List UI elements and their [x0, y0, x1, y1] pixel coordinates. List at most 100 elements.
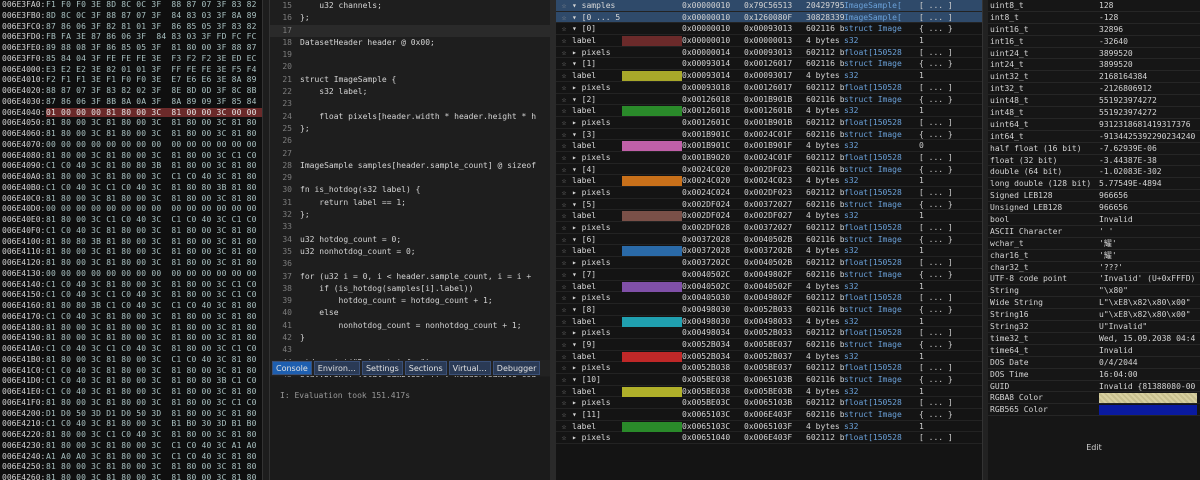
- pattern-row[interactable]: ☆ label 0x00000010 0x00000013 4 bytes s32 1: [556, 35, 982, 47]
- pattern-row[interactable]: ☆ ▸ pixels 0x00000014 0x00093013 602112 byt…: [556, 47, 982, 59]
- hex-bytes[interactable]: A1 A0 A0 3C 81 80 00 3C C1 C0 40 3C 81 8…: [46, 452, 262, 461]
- code-line[interactable]: 41 nonhotdog_count = nonhotdog_count + 1…: [270, 320, 550, 332]
- inspector-row[interactable]: bool Invalid: [988, 214, 1200, 226]
- code-line[interactable]: 33: [270, 221, 550, 233]
- code-line[interactable]: 42}: [270, 332, 550, 344]
- code-text[interactable]: };: [300, 13, 310, 22]
- inspector-row[interactable]: DOS Date 0/4/2044: [988, 357, 1200, 369]
- tab-debugger[interactable]: Debugger: [492, 361, 541, 375]
- hex-row[interactable]: 006E4200:D1 D0 50 3D D1 D0 50 3D 81 80 0…: [0, 409, 262, 420]
- inspector-value[interactable]: 5.77549E-4894: [1099, 178, 1200, 190]
- pattern-row[interactable]: ☆ ▸ pixels 0x0012601C 0x001B901B 602112 byt…: [556, 117, 982, 129]
- inspector-value[interactable]: 'Invalid' (U+0xFFFD): [1099, 273, 1200, 285]
- inspector-row[interactable]: int64_t -9134425392290234240: [988, 131, 1200, 143]
- hex-bytes[interactable]: E3 E2 E2 3E 82 01 01 3F FF FE FE 3E F5 F…: [46, 65, 262, 74]
- pattern-row[interactable]: ☆ ▾ [6] 0x00372028 0x0040502B 602116 bytest…: [556, 234, 982, 246]
- tab-sections[interactable]: Sections: [404, 361, 447, 375]
- inspector-value[interactable]: Wed, 15.09.2038 04:4: [1099, 333, 1200, 345]
- hex-row[interactable]: 006E40A0:81 80 00 3C 81 80 00 3C C1 C0 4…: [0, 172, 262, 183]
- inspector-value[interactable]: Invalid {81388080-00: [1099, 381, 1200, 393]
- inspector-value[interactable]: '耀': [1099, 238, 1200, 250]
- code-text[interactable]: }: [300, 333, 305, 342]
- code-text[interactable]: DatasetHeader header @ 0x00;: [300, 38, 435, 47]
- inspector-value[interactable]: -3.44387E-38: [1099, 155, 1200, 167]
- favorite-star-icon[interactable]: ☆: [558, 199, 570, 211]
- hex-bytes[interactable]: F2 F1 F1 3E F1 F0 F0 3E E7 E6 E6 3E 8A 8…: [46, 75, 262, 84]
- code-text[interactable]: float pixels[header.width * header.heigh…: [300, 112, 536, 121]
- inspector-row[interactable]: ASCII Character ' ': [988, 226, 1200, 238]
- favorite-star-icon[interactable]: ☆: [558, 0, 570, 12]
- hex-bytes[interactable]: 81 80 00 3C 81 80 00 3C 81 80 00 3C 81 8…: [46, 333, 262, 342]
- pattern-row[interactable]: ☆ label 0x001B901C 0x001B901F 4 bytes s32 0: [556, 140, 982, 152]
- hex-bytes[interactable]: 81 80 00 3C 81 80 00 3C C1 C0 40 3C 81 8…: [46, 172, 262, 181]
- pattern-row[interactable]: ☆▾ samples 0x00000010 0x79C56513 2042979588…: [556, 0, 982, 12]
- inspector-row[interactable]: Unsigned LEB128 966656: [988, 202, 1200, 215]
- code-line[interactable]: 23: [270, 98, 550, 110]
- code-text[interactable]: if (is_hotdog(samples[i].label)): [300, 284, 473, 293]
- hex-row[interactable]: 006E3FB0:8D 8C 0C 3F 88 87 07 3F 84 83 0…: [0, 11, 262, 22]
- favorite-star-icon[interactable]: ☆: [558, 281, 570, 293]
- inspector-row[interactable]: uint64_t 9312318681419317376: [988, 119, 1200, 131]
- favorite-star-icon[interactable]: ☆: [558, 70, 570, 82]
- pattern-row[interactable]: ☆ ▸ pixels 0x00498034 0x0052B033 602112 byt…: [556, 327, 982, 339]
- inspector-row[interactable]: uint48_t 551923974272: [988, 95, 1200, 108]
- inspector-row[interactable]: uint16_t 32896: [988, 24, 1200, 36]
- inspector-row[interactable]: RGB565 Color: [988, 404, 1200, 417]
- hex-bytes[interactable]: 81 80 80 3B 81 80 00 3C 81 80 00 3C 81 8…: [46, 237, 262, 246]
- favorite-star-icon[interactable]: ☆: [558, 23, 570, 35]
- hex-bytes[interactable]: C1 C0 40 3C 81 80 00 3C 81 80 00 3C C1 C…: [46, 280, 262, 289]
- hex-row[interactable]: 006E4020:88 87 07 3F 83 82 02 3F 8E 8D 0…: [0, 86, 262, 97]
- code-line[interactable]: 40 else: [270, 307, 550, 319]
- inspector-row[interactable]: half float (16 bit) -7.62939E-06: [988, 143, 1200, 155]
- tab-virtual[interactable]: Virtual…: [448, 361, 491, 375]
- pattern-row[interactable]: ☆ label 0x002DF024 0x002DF027 4 bytes s32 1: [556, 210, 982, 223]
- pattern-row[interactable]: ☆ ▾ [7] 0x0040502C 0x0049802F 602116 bytest…: [556, 269, 982, 281]
- hex-bytes[interactable]: 87 86 06 3F 8B 8A 0A 3F 8A 89 09 3F 85 8…: [46, 97, 262, 106]
- hex-bytes[interactable]: 89 88 08 3F 86 85 05 3F 81 80 00 3F 88 8…: [46, 43, 262, 52]
- pattern-row[interactable]: ☆ ▾ [9] 0x0052B034 0x005BE037 602116 bytest…: [556, 339, 982, 351]
- hex-bytes[interactable]: C1 C0 40 3C 81 80 00 3C 81 80 00 3C 81 8…: [46, 312, 262, 321]
- favorite-star-icon[interactable]: ☆: [558, 339, 570, 351]
- code-text[interactable]: nonhotdog_count = nonhotdog_count + 1;: [300, 321, 522, 330]
- inspector-row[interactable]: uint32_t 2168164384: [988, 71, 1200, 84]
- code-text[interactable]: else: [300, 308, 338, 317]
- hex-row[interactable]: 006E4250:81 80 00 3C 81 80 00 3C 81 80 0…: [0, 462, 262, 473]
- hex-row[interactable]: 006E4090:C1 C0 40 3C 81 80 80 3B 81 80 0…: [0, 161, 262, 172]
- code-text[interactable]: return label == 1;: [300, 198, 406, 207]
- hex-row[interactable]: 006E41D0:C1 C0 40 3C 81 80 00 3C 81 80 8…: [0, 376, 262, 387]
- inspector-row[interactable]: Wide String L"\xE8\x82\x80\x00": [988, 297, 1200, 310]
- code-line[interactable]: 35 u32 nonhotdog_count = 0;: [270, 246, 550, 258]
- hex-row[interactable]: 006E4150:C1 C0 40 3C C1 C0 40 3C 81 80 0…: [0, 290, 262, 301]
- favorite-star-icon[interactable]: ☆: [558, 432, 570, 444]
- favorite-star-icon[interactable]: ☆: [558, 292, 570, 304]
- code-text[interactable]: for (u32 i = 0, i < header.sample_count,…: [300, 272, 531, 281]
- inspector-row[interactable]: int48_t 551923974272: [988, 107, 1200, 119]
- favorite-star-icon[interactable]: ☆: [558, 409, 570, 421]
- inspector-row[interactable]: int32_t -2126806912: [988, 83, 1200, 96]
- inspector-row[interactable]: String16 u"\xE8\x82\x80\x00": [988, 309, 1200, 322]
- hex-bytes[interactable]: C1 C0 40 3C C1 C0 40 3C 81 80 00 3C C1 C…: [46, 344, 262, 353]
- inspector-value[interactable]: 2168164384: [1099, 71, 1200, 83]
- pattern-row[interactable]: ☆ ▸ pixels 0x001B9020 0x0024C01F 602112 byt…: [556, 152, 982, 164]
- favorite-star-icon[interactable]: ☆: [558, 35, 570, 47]
- hex-row[interactable]: 006E3FF0:85 84 04 3F FE FE FE 3E F3 F2 F…: [0, 54, 262, 65]
- hex-row[interactable]: 006E40E0:81 80 00 3C C1 C0 40 3C C1 C0 4…: [0, 215, 262, 226]
- favorite-star-icon[interactable]: ☆: [558, 12, 570, 24]
- inspector-row[interactable]: time32_t Wed, 15.09.2038 04:4: [988, 333, 1200, 345]
- hex-bytes[interactable]: 81 80 00 3C 81 80 00 3C 81 80 00 3C 81 8…: [46, 462, 262, 471]
- code-text[interactable]: };: [300, 124, 310, 133]
- hex-bytes[interactable]: C1 C0 40 3C C1 C0 40 3C 81 80 00 3C C1 C…: [46, 290, 262, 299]
- pattern-row[interactable]: ☆ ▸ pixels 0x0052B038 0x005BE037 602112 byt…: [556, 362, 982, 374]
- hex-row[interactable]: 006E3FC0:87 86 06 3F 82 81 01 3F 86 85 0…: [0, 22, 262, 33]
- pattern-row[interactable]: ☆ ▸ pixels 0x002DF028 0x00372027 602112 byt…: [556, 222, 982, 234]
- inspector-value[interactable]: L"\xE8\x82\x80\x00": [1099, 297, 1200, 309]
- favorite-star-icon[interactable]: ☆: [558, 94, 570, 106]
- inspector-value[interactable]: 3899520: [1099, 59, 1200, 71]
- hex-row[interactable]: 006E4240:A1 A0 A0 3C 81 80 00 3C C1 C0 4…: [0, 452, 262, 463]
- hex-row[interactable]: 006E41C0:C1 C0 40 3C 81 80 00 3C 81 80 0…: [0, 366, 262, 377]
- hex-row[interactable]: 006E4140:C1 C0 40 3C 81 80 00 3C 81 80 0…: [0, 280, 262, 291]
- code-text[interactable]: s32 label;: [300, 87, 367, 96]
- hex-bytes[interactable]: 81 80 00 3C 81 80 00 3C C1 C0 40 3C A1 A…: [46, 441, 262, 450]
- hex-bytes[interactable]: 81 80 00 3C 81 80 00 3C 81 80 00 3C 81 8…: [46, 129, 262, 138]
- favorite-star-icon[interactable]: ☆: [558, 351, 570, 363]
